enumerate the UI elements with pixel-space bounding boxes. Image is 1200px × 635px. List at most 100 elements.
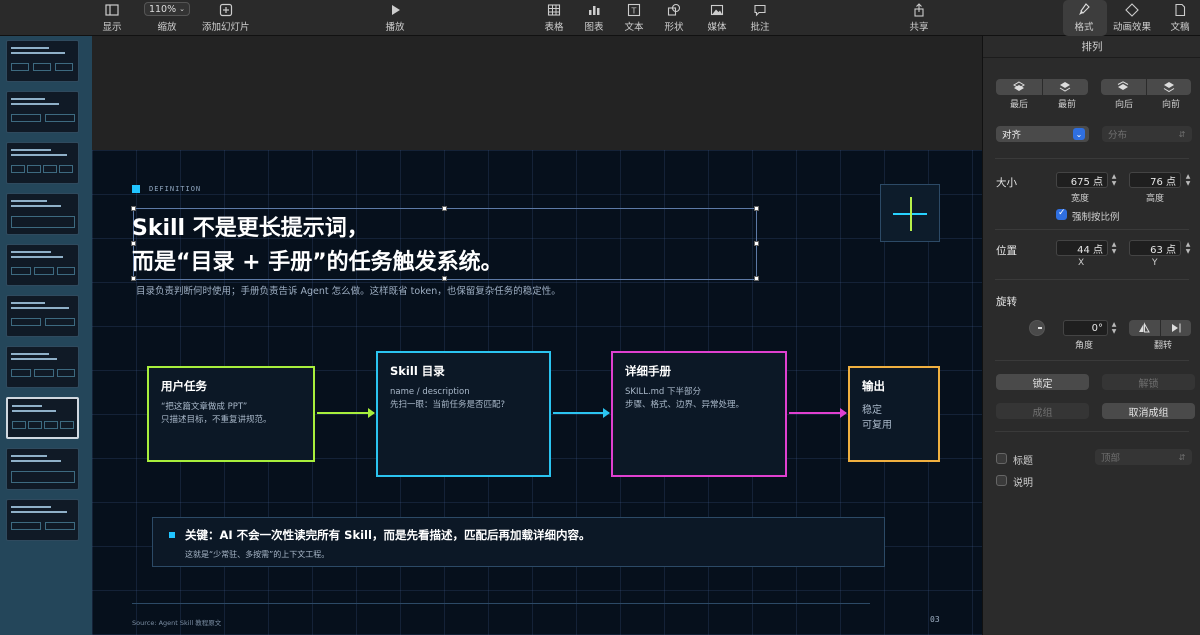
y-field[interactable]: 63 点 [1129, 240, 1181, 256]
media-label: 媒体 [707, 22, 727, 33]
divider [995, 279, 1189, 280]
resize-handle[interactable] [442, 206, 447, 211]
resize-handle[interactable] [754, 276, 759, 281]
align-dropdown[interactable]: 对齐 ⌄ [996, 126, 1089, 142]
key-marker [169, 532, 175, 538]
format-label: 格式 [1074, 22, 1094, 33]
flow-box-title: Skill 目录 [390, 364, 445, 378]
distribute-dropdown[interactable]: 分布 ⇵ [1102, 126, 1192, 142]
send-backward-button[interactable] [1101, 79, 1147, 95]
slide-thumbnail[interactable] [6, 193, 79, 235]
resize-handle[interactable] [131, 206, 136, 211]
arrow-right-icon [789, 408, 847, 418]
width-stepper[interactable]: ▲ ▼ [1109, 172, 1119, 188]
unlock-button[interactable]: 解锁 [1102, 374, 1195, 390]
ungroup-button[interactable]: 取消成组 [1102, 403, 1195, 419]
slide-title[interactable]: Skill 不是更长提示词， 而是“目录 + 手册”的任务触发系统。 [132, 212, 503, 280]
sidebar-icon [102, 2, 122, 18]
slide-thumbnail[interactable] [6, 499, 79, 541]
angle-stepper[interactable]: ▲ ▼ [1109, 320, 1119, 336]
slide-thumbnail[interactable] [6, 91, 79, 133]
toolbar: 显示 110% ⌄ 缩放 添加幻灯片 播放 表格 图表 T 文本 形状 媒体 批注… [0, 0, 1200, 36]
plus-graphic[interactable] [880, 184, 940, 242]
angle-label: 角度 [1075, 341, 1094, 351]
share-button[interactable]: 共享 [909, 2, 929, 33]
paintbrush-icon [1074, 2, 1094, 18]
x-label: X [1078, 258, 1085, 268]
divider [995, 229, 1189, 230]
comment-button[interactable]: 批注 [750, 2, 770, 33]
title-checkbox-label: 标题 [1013, 456, 1033, 467]
title-position-value: 顶部 [1101, 453, 1121, 464]
slide-thumbnail[interactable] [6, 448, 79, 490]
slide-canvas[interactable]: DEFINITION Skill 不是更长提示词， 而是“目录 + 手册”的任务… [92, 150, 982, 635]
title-line-1: Skill 不是更长提示词， [132, 216, 369, 241]
divider [995, 360, 1189, 361]
add-slide-button[interactable]: 添加幻灯片 [202, 2, 250, 33]
text-button[interactable]: T 文本 [624, 2, 644, 33]
key-callout[interactable]: 关键：AI 不会一次性读完所有 Skill，而是先看描述，匹配后再加载详细内容。… [152, 517, 885, 567]
caption-checkbox[interactable] [996, 475, 1007, 486]
angle-field[interactable]: 0° [1063, 320, 1108, 336]
share-label: 共享 [909, 22, 929, 33]
resize-handle[interactable] [754, 241, 759, 246]
animate-button[interactable]: 动画效果 [1113, 2, 1151, 33]
flow-box-title: 输出 [862, 379, 885, 393]
shape-button[interactable]: 形状 [664, 2, 684, 33]
document-button[interactable]: 文稿 [1170, 2, 1190, 33]
slide-thumbnail[interactable] [6, 244, 79, 286]
table-button[interactable]: 表格 [544, 2, 564, 33]
slide-thumbnail[interactable] [6, 142, 79, 184]
chart-button[interactable]: 图表 [584, 2, 604, 33]
play-icon [385, 2, 405, 18]
slide-subtitle[interactable]: 目录负责判断何时使用；手册负责告诉 Agent 怎么做。这样既省 token，也… [136, 283, 561, 297]
flow-box-output[interactable]: 输出 稳定 可复用 [848, 366, 940, 462]
flip-horizontal-button[interactable] [1129, 320, 1161, 336]
x-stepper[interactable]: ▲ ▼ [1109, 240, 1119, 256]
zoom-dropdown[interactable]: 110% ⌄ [144, 2, 190, 16]
flow-box-skill-directory[interactable]: Skill 目录 name / description 先扫一眼：当前任务是否匹配… [376, 351, 551, 477]
flip-vertical-icon [1171, 323, 1181, 333]
slide-thumbnail[interactable] [6, 295, 79, 337]
resize-handle[interactable] [754, 206, 759, 211]
rotate-knob[interactable] [1029, 320, 1045, 336]
view-button[interactable]: 显示 [102, 2, 122, 33]
slide-thumbnail-selected[interactable] [6, 397, 79, 439]
send-to-back-button[interactable] [996, 79, 1043, 95]
media-button[interactable]: 媒体 [707, 2, 727, 33]
distribute-dropdown-value: 分布 [1108, 130, 1128, 141]
slide-thumbnail[interactable] [6, 40, 79, 82]
bring-forward-button[interactable] [1147, 79, 1192, 95]
constrain-checkbox[interactable] [1056, 208, 1067, 220]
x-field[interactable]: 44 点 [1056, 240, 1108, 256]
table-icon [544, 2, 564, 18]
divider [995, 158, 1189, 159]
arrow-right-icon [317, 408, 375, 418]
constrain-label: 强制按比例 [1072, 212, 1120, 223]
footer-divider [132, 603, 870, 604]
chevron-updown-icon: ⇵ [1178, 452, 1186, 462]
lock-button[interactable]: 锁定 [996, 374, 1089, 390]
height-stepper[interactable]: ▲ ▼ [1183, 172, 1193, 188]
y-stepper[interactable]: ▲ ▼ [1183, 240, 1193, 256]
chevron-updown-icon: ⇵ [1178, 129, 1186, 139]
flip-control [1129, 320, 1191, 336]
play-button[interactable]: 播放 [385, 2, 405, 33]
group-button[interactable]: 成组 [996, 403, 1089, 419]
width-field[interactable]: 675 点 [1056, 172, 1108, 188]
bring-to-front-button[interactable] [1043, 79, 1089, 95]
flow-box-detailed-manual[interactable]: 详细手册 SKILL.md 下半部分 步骤、格式、边界、异常处理。 [611, 351, 787, 477]
add-slide-label: 添加幻灯片 [202, 22, 250, 33]
format-button[interactable]: 格式 [1074, 2, 1094, 33]
inspector-tab-arrange[interactable]: 排列 [983, 36, 1200, 58]
slide-thumbnail[interactable] [6, 346, 79, 388]
flip-vertical-button[interactable] [1161, 320, 1192, 336]
chart-icon [584, 2, 604, 18]
comment-label: 批注 [750, 22, 770, 33]
title-checkbox[interactable] [996, 453, 1007, 464]
title-position-dropdown[interactable]: 顶部 ⇵ [1095, 449, 1192, 465]
zoom-control[interactable]: 110% ⌄ 缩放 [144, 2, 190, 33]
height-field[interactable]: 76 点 [1129, 172, 1181, 188]
view-label: 显示 [102, 22, 122, 33]
flow-box-user-task[interactable]: 用户任务 “把这篇文章做成 PPT” 只描述目标，不重复讲规范。 [147, 366, 315, 462]
